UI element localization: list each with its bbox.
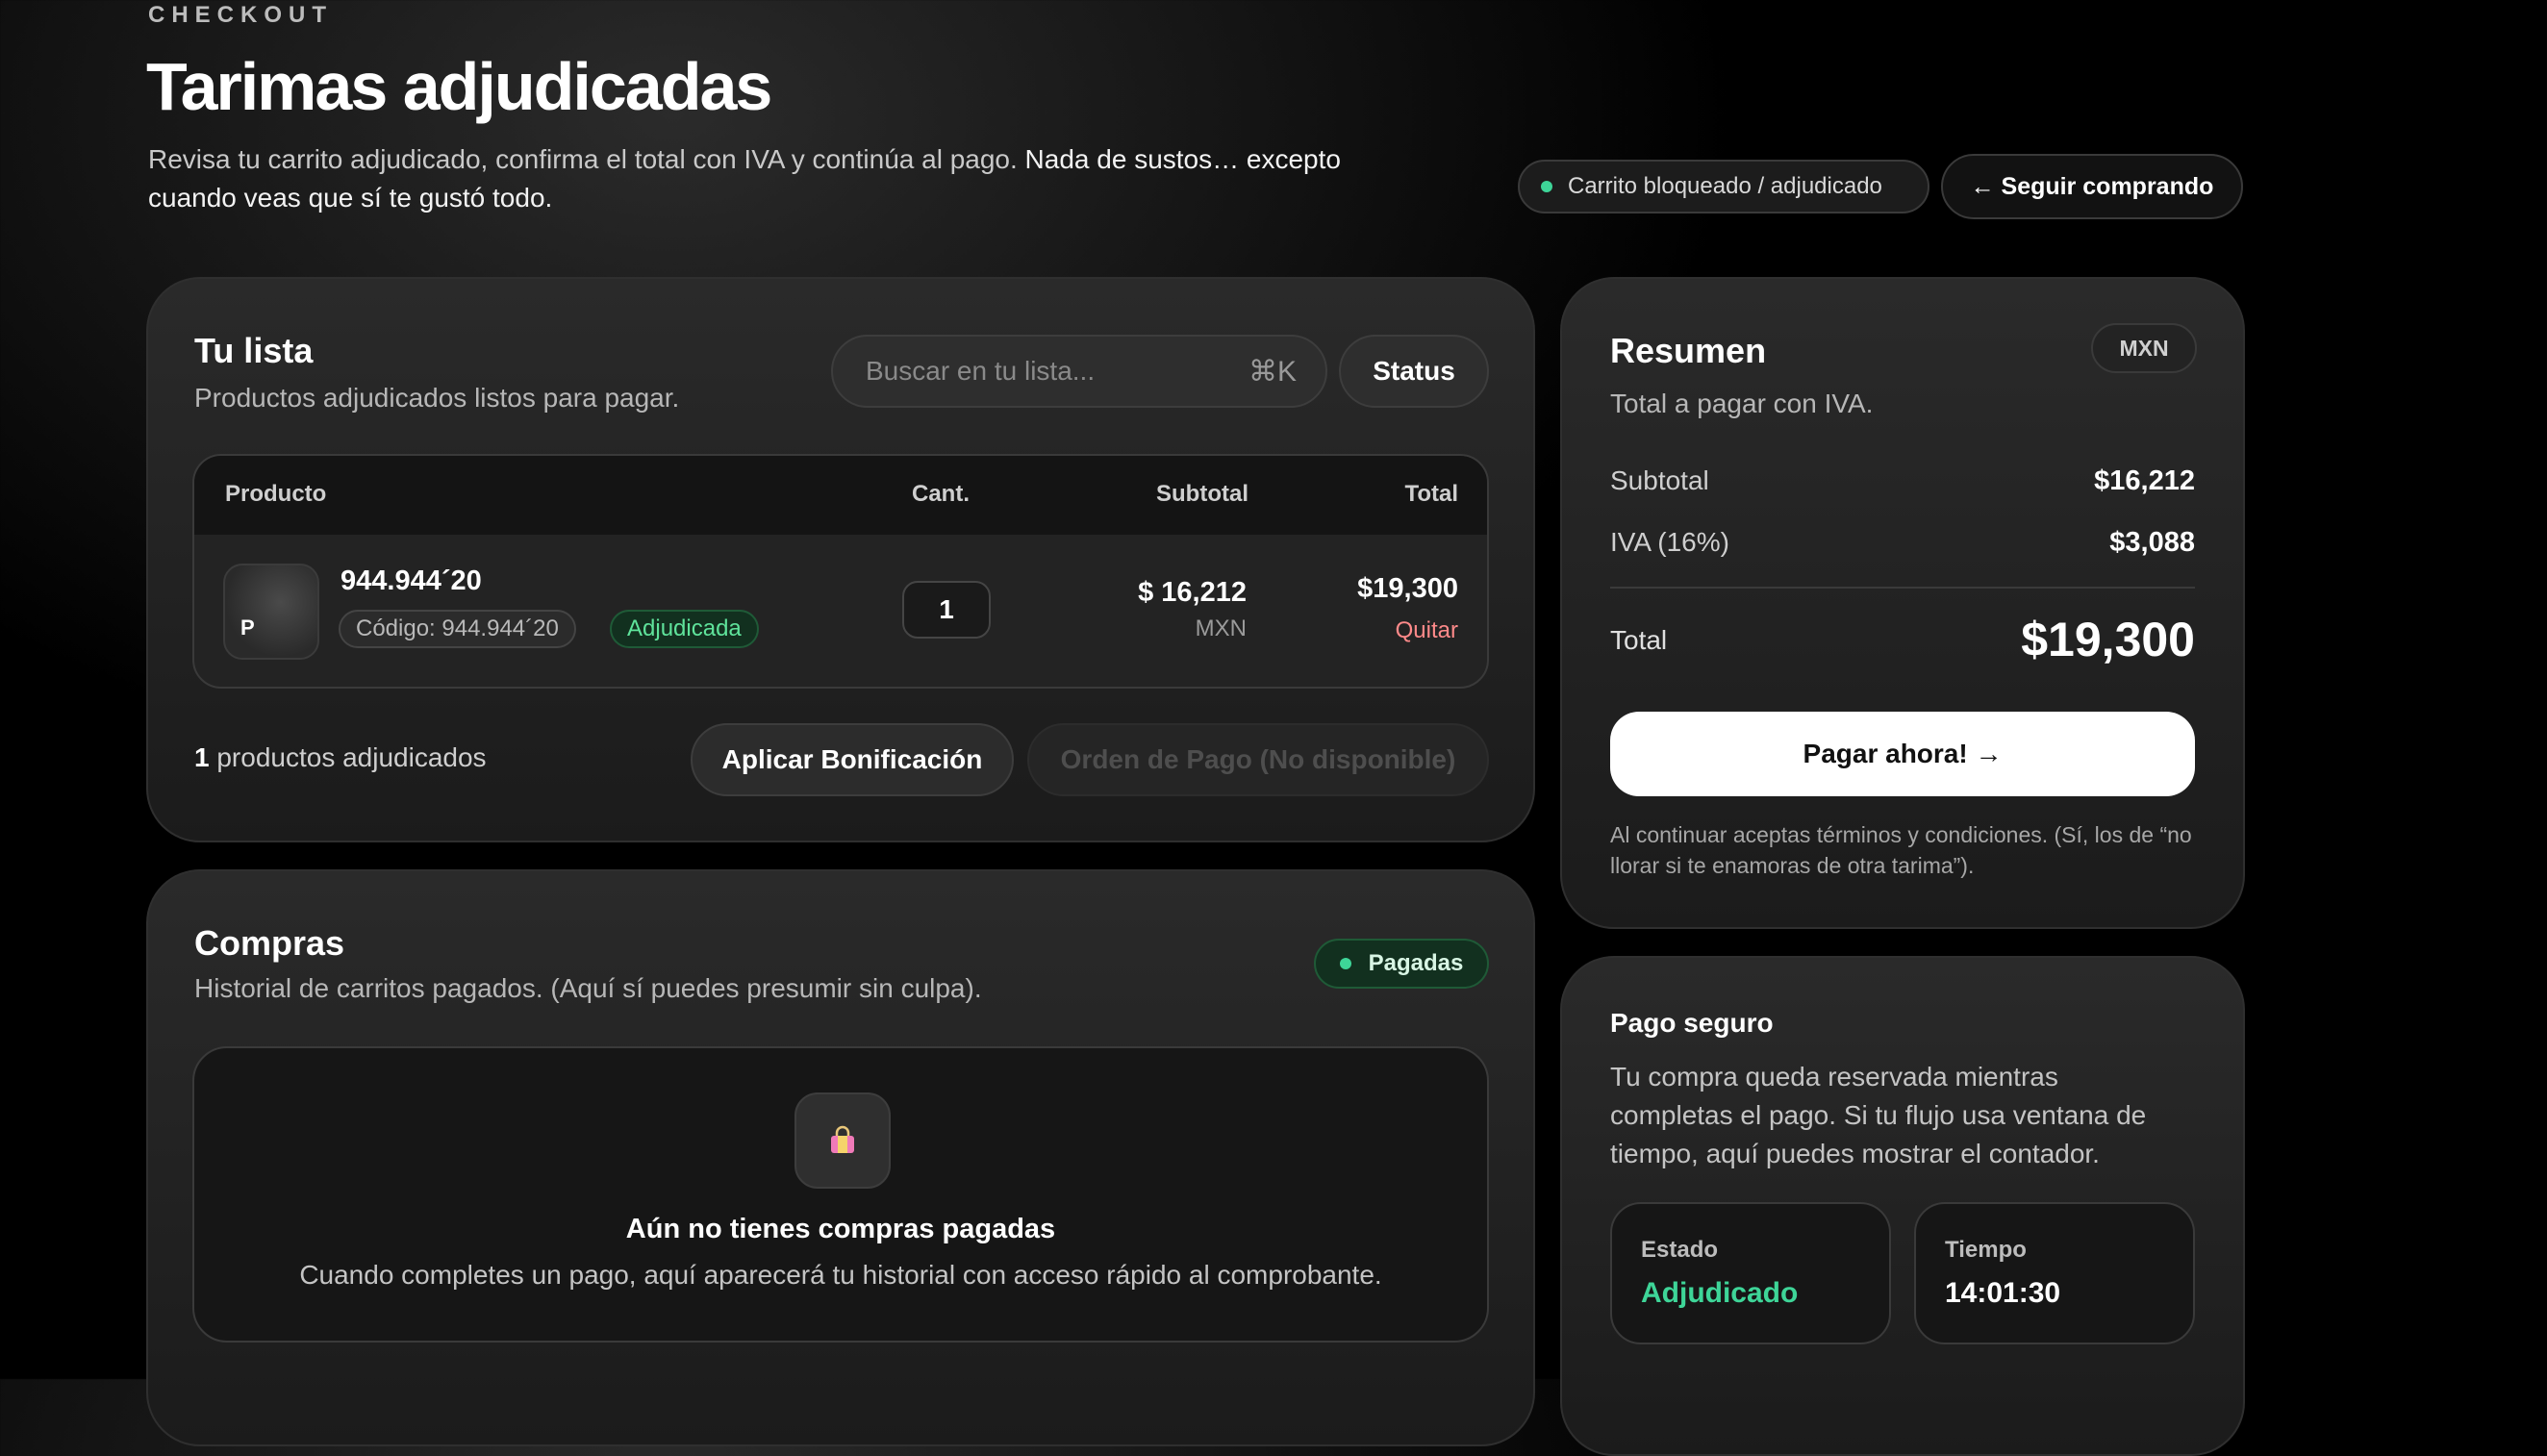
iva-label: IVA (16%) [1610,527,1729,557]
empty-title: Aún no tienes compras pagadas [625,1214,1056,1244]
search-shortcut: ⌘K [1248,355,1297,388]
product-code: Código: 944.944´20 [339,610,576,648]
subtitle-text: Revisa tu carrito adjudicado, confirma e… [148,144,1025,174]
pago-title: Pago seguro [1610,1008,1774,1038]
compras-title: Compras [194,923,345,963]
adjudicada-badge: Adjudicada [610,610,759,648]
estado-value: Adjudicado [1641,1277,1799,1309]
col-cant: Cant. [912,481,970,507]
aplicar-bonificacion-button[interactable]: Aplicar Bonificación [691,723,1014,796]
page-title: Tarimas adjudicadas [146,49,772,124]
pago-text: Tu compra queda reservada mientras compl… [1610,1062,2147,1168]
subtotal-label: Subtotal [1610,465,1709,495]
products-count-number: 1 [194,742,210,772]
tiempo-value: 14:01:30 [1945,1277,2061,1309]
thumbnail-letter: P [240,615,255,640]
total-label: Total [1610,625,1668,655]
seguir-comprando-button[interactable]: ← Seguir comprando [1941,154,2243,219]
resumen-title: Resumen [1610,331,1767,370]
products-count: 1 productos adjudicados [194,742,487,773]
cart-status-pill: Carrito bloqueado / adjudicado [1518,160,1929,213]
shopping-bag-icon [794,1092,891,1189]
page-eyebrow: CHECKOUT [148,2,333,28]
pagadas-badge: Pagadas [1314,939,1489,989]
row-subtotal: $ 16,212 [1138,577,1247,608]
pagadas-label: Pagadas [1368,950,1464,976]
pagar-ahora-button[interactable]: Pagar ahora! → [1610,712,2195,796]
table-header: Producto Cant. Subtotal Total [194,456,1487,535]
summary-divider [1610,587,2195,589]
quantity-field[interactable]: 1 [902,581,991,639]
status-button[interactable]: Status [1339,335,1489,408]
estado-box: Estado Adjudicado [1610,1202,1891,1344]
orden-pago-button[interactable]: Orden de Pago (No disponible) [1027,723,1489,796]
product-thumbnail: P [223,564,319,660]
col-subtotal: Subtotal [1156,481,1248,507]
iva-value: $3,088 [2109,527,2195,558]
product-name: 944.944´20 [340,565,482,596]
row-total: $19,300 [1357,573,1458,604]
col-producto: Producto [225,481,327,507]
empty-state: Aún no tienes compras pagadas Cuando com… [192,1046,1489,1343]
products-table: Producto Cant. Subtotal Total P 944.944´… [192,454,1489,689]
lista-subtitle: Productos adjudicados listos para pagar. [194,383,680,413]
search-input[interactable]: Buscar en tu lista... ⌘K [831,335,1327,408]
empty-text: Cuando completes un pago, aquí aparecerá… [299,1260,1382,1290]
page-subtitle: Revisa tu carrito adjudicado, confirma e… [148,140,1418,217]
terms-text: Al continuar aceptas términos y condicio… [1610,822,2192,878]
currency-badge: MXN [2091,323,2197,373]
col-total: Total [1404,481,1458,507]
shopping-bag-svg [831,1125,854,1153]
total-value: $19,300 [2021,613,2195,666]
pagadas-dot-icon [1339,958,1351,969]
search-placeholder: Buscar en tu lista... [866,356,1096,386]
cart-status-label: Carrito bloqueado / adjudicado [1568,173,1882,199]
resumen-subtitle: Total a pagar con IVA. [1610,389,1874,418]
tiempo-box: Tiempo 14:01:30 [1914,1202,2195,1344]
compras-subtitle: Historial de carritos pagados. (Aquí sí … [194,973,982,1003]
tiempo-label: Tiempo [1945,1237,2027,1263]
lista-title: Tu lista [194,331,314,370]
subtotal-value: $16,212 [2094,465,2195,496]
estado-label: Estado [1641,1237,1719,1263]
row-currency: MXN [1195,615,1247,641]
status-dot-icon [1541,181,1552,192]
remove-link[interactable]: Quitar [1396,617,1458,644]
products-count-label: productos adjudicados [209,742,487,772]
